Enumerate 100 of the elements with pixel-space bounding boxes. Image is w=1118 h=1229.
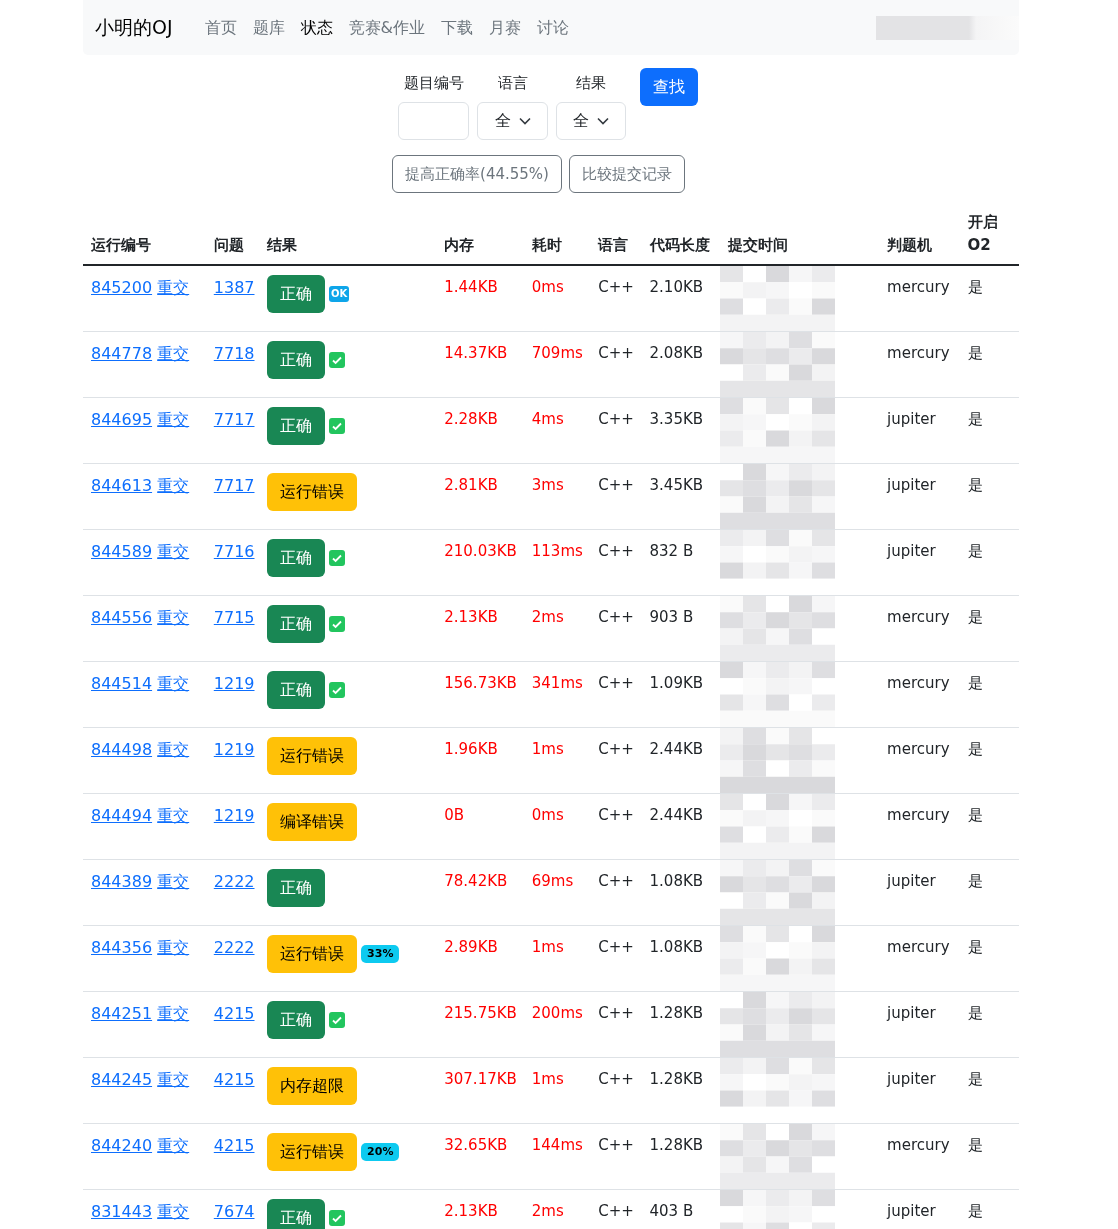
resubmit-link[interactable]: 重交: [157, 542, 190, 561]
run-id-link[interactable]: 844251: [91, 1004, 153, 1023]
brand-link[interactable]: 小明的OJ: [95, 13, 173, 42]
o2-cell: 是: [967, 740, 983, 758]
problem-link[interactable]: 7716: [213, 542, 255, 561]
time-cell: 1ms: [531, 740, 564, 758]
run-id-link[interactable]: 844498: [91, 740, 153, 759]
ok-tag: OK: [329, 286, 350, 302]
resubmit-link[interactable]: 重交: [157, 410, 190, 429]
judge-cell: mercury: [887, 344, 950, 362]
problem-link[interactable]: 7715: [213, 608, 255, 627]
score-badge: 33%: [361, 945, 400, 963]
problem-link[interactable]: 1219: [213, 740, 255, 759]
result-status: 编译错误: [267, 803, 358, 841]
memory-cell: 2.13KB: [444, 608, 498, 626]
field-label: 题目编号: [403, 73, 464, 94]
resubmit-link[interactable]: 重交: [157, 872, 190, 891]
problem-link[interactable]: 7674: [213, 1202, 255, 1221]
run-id-link[interactable]: 844589: [91, 542, 153, 561]
field-label: 语言: [497, 73, 528, 94]
judge-cell: mercury: [887, 806, 950, 824]
memory-cell: 0B: [444, 806, 465, 824]
run-id-link[interactable]: 844695: [91, 410, 153, 429]
problem-link[interactable]: 1219: [213, 674, 255, 693]
resubmit-link[interactable]: 重交: [157, 1070, 190, 1089]
result-status: 正确: [267, 407, 326, 445]
field-label: 结果: [576, 73, 606, 94]
result-select[interactable]: 全: [556, 102, 626, 140]
code-length-cell: 903 B: [649, 608, 694, 626]
resubmit-link[interactable]: 重交: [157, 806, 190, 825]
resubmit-link[interactable]: 重交: [157, 476, 190, 495]
column-header: 内存: [444, 235, 475, 254]
run-id-link[interactable]: 844556: [91, 608, 153, 627]
column-header: 耗时: [531, 235, 562, 254]
nav-link[interactable]: 状态: [292, 15, 341, 40]
o2-cell: 是: [967, 938, 983, 956]
time-cell: 1ms: [531, 1070, 564, 1088]
language-cell: C++: [598, 542, 634, 560]
problem-link[interactable]: 2222: [213, 872, 255, 891]
compare-button[interactable]: 比较提交记录: [568, 155, 685, 193]
memory-cell: 2.28KB: [444, 410, 498, 428]
problem-link[interactable]: 4215: [213, 1070, 255, 1089]
run-id-link[interactable]: 845200: [91, 278, 153, 297]
problem-link[interactable]: 4215: [213, 1136, 255, 1155]
resubmit-link[interactable]: 重交: [157, 740, 190, 759]
code-length-cell: 832 B: [649, 542, 694, 560]
problem-link[interactable]: 7718: [213, 344, 255, 363]
run-id-link[interactable]: 844389: [91, 872, 153, 891]
problem-link[interactable]: 1387: [213, 278, 255, 297]
result-status: 内存超限: [267, 1067, 358, 1105]
run-id-link[interactable]: 844240: [91, 1136, 153, 1155]
accuracy-button[interactable]: 提高正确率(44.55%): [392, 155, 562, 193]
language-cell: C++: [598, 1202, 634, 1220]
nav-link[interactable]: 下载: [433, 15, 482, 40]
resubmit-link[interactable]: 重交: [157, 1004, 190, 1023]
resubmit-link[interactable]: 重交: [157, 1136, 190, 1155]
code-length-cell: 1.08KB: [649, 938, 704, 956]
run-id-link[interactable]: 831443: [91, 1202, 153, 1221]
result-status: 正确: [267, 341, 326, 379]
judge-cell: jupiter: [887, 1202, 936, 1220]
run-id-link[interactable]: 844778: [91, 344, 153, 363]
result-status: 正确: [267, 1199, 326, 1229]
result-status: 运行错误: [267, 473, 358, 511]
memory-cell: 307.17KB: [444, 1070, 517, 1088]
memory-cell: 1.44KB: [444, 278, 498, 296]
problem-link[interactable]: 1219: [213, 806, 255, 825]
run-id-link[interactable]: 844494: [91, 806, 153, 825]
time-cell: 4ms: [531, 410, 564, 428]
problem-link[interactable]: 4215: [213, 1004, 255, 1023]
resubmit-link[interactable]: 重交: [157, 608, 190, 627]
time-cell: 0ms: [531, 278, 564, 296]
language-cell: C++: [598, 872, 634, 890]
resubmit-link[interactable]: 重交: [157, 1202, 190, 1221]
language-cell: C++: [598, 608, 634, 626]
nav-link[interactable]: 题库: [244, 15, 293, 40]
nav-link[interactable]: 首页: [196, 15, 245, 40]
run-id-link[interactable]: 844613: [91, 476, 153, 495]
result-status: 正确: [267, 671, 326, 709]
resubmit-link[interactable]: 重交: [157, 938, 190, 957]
resubmit-link[interactable]: 重交: [157, 278, 190, 297]
memory-cell: 2.89KB: [444, 938, 498, 956]
resubmit-link[interactable]: 重交: [157, 674, 190, 693]
search-button[interactable]: 查找: [640, 68, 698, 106]
problem-link[interactable]: 2222: [213, 938, 255, 957]
problem-link[interactable]: 7717: [213, 476, 255, 495]
language-cell: C++: [598, 674, 634, 692]
run-id-link[interactable]: 844356: [91, 938, 153, 957]
resubmit-link[interactable]: 重交: [157, 344, 190, 363]
nav-link[interactable]: 竞赛&作业: [340, 15, 434, 40]
nav-link[interactable]: 讨论: [529, 15, 578, 40]
language-select[interactable]: 全: [477, 102, 548, 140]
run-id-link[interactable]: 844514: [91, 674, 153, 693]
problem-id-input[interactable]: [398, 102, 469, 140]
problem-link[interactable]: 7717: [213, 410, 255, 429]
run-id-link[interactable]: 844245: [91, 1070, 153, 1089]
column-header: 代码长度: [649, 235, 710, 254]
o2-cell: 是: [967, 278, 983, 296]
code-length-cell: 2.10KB: [649, 278, 704, 296]
o2-cell: 是: [967, 410, 983, 428]
nav-link[interactable]: 月赛: [481, 15, 530, 40]
